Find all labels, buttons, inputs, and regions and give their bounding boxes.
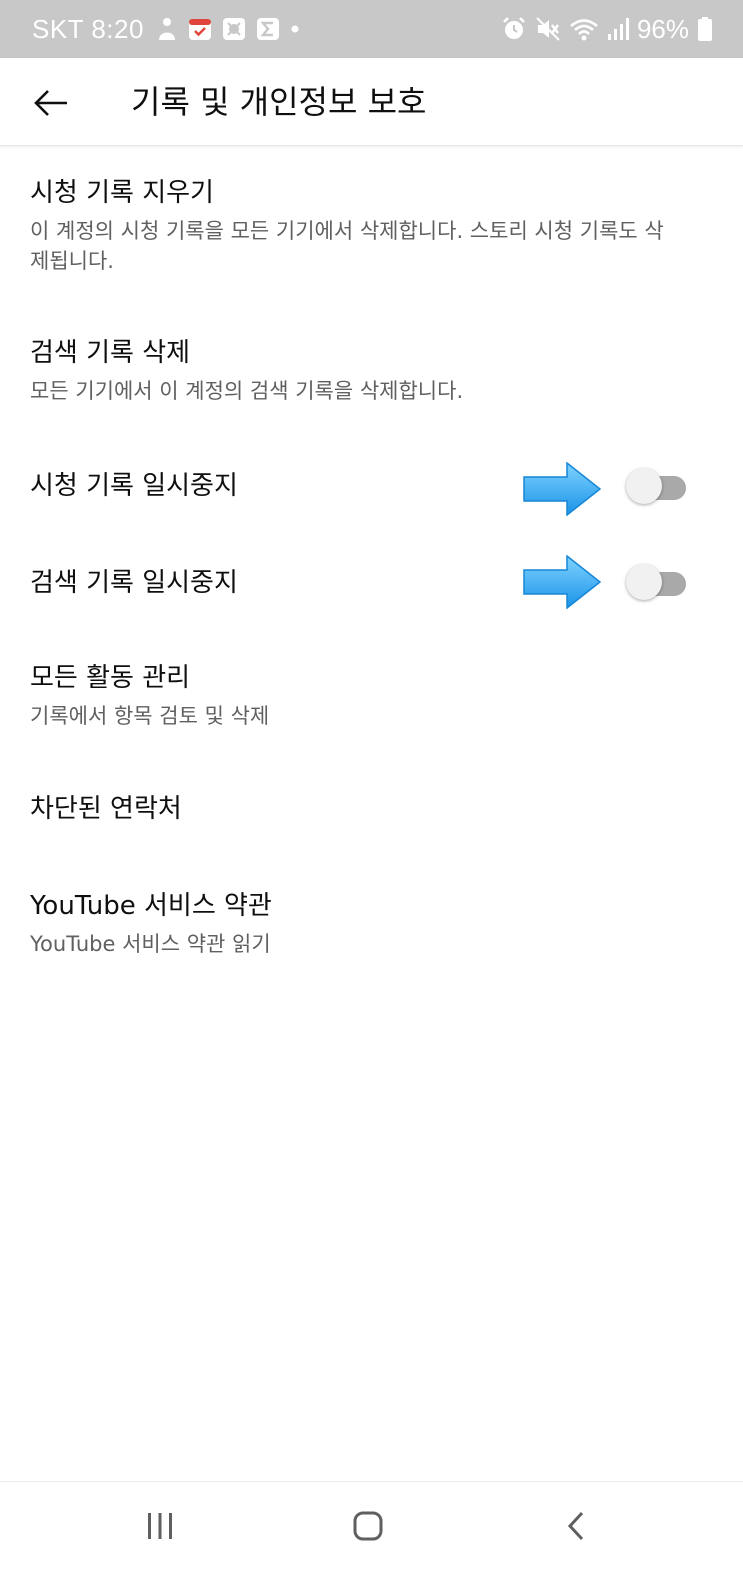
setting-title: 시청 기록 일시중지 (30, 471, 238, 501)
gallery-icon (222, 17, 246, 41)
alarm-icon (501, 16, 527, 42)
home-button[interactable] (338, 1502, 398, 1550)
status-right: 96% (501, 0, 713, 58)
sigma-icon (256, 17, 280, 41)
calendar-icon (188, 17, 212, 41)
battery-icon (697, 16, 713, 42)
setting-title: 차단된 연락처 (30, 794, 182, 824)
page-title: 기록 및 개인정보 보호 (131, 83, 427, 121)
setting-title: YouTube 서비스 약관 (30, 891, 272, 921)
annotation-arrow-icon (523, 462, 602, 516)
annotation-arrow-icon (523, 555, 602, 609)
back-icon (564, 1510, 588, 1542)
pause-watch-history-toggle[interactable] (626, 466, 688, 506)
setting-subtitle: 기록에서 항목 검토 및 삭제 (30, 704, 270, 728)
person-icon (156, 16, 178, 42)
setting-pause-search-history[interactable]: 검색 기록 일시중지 (0, 555, 743, 609)
clock: 8:20 (91, 13, 144, 44)
setting-subtitle: YouTube 서비스 약관 읽기 (30, 932, 271, 956)
toggle-thumb (626, 564, 662, 600)
setting-title: 시청 기록 지우기 (30, 178, 214, 208)
app-bar: 기록 및 개인정보 보호 (0, 58, 743, 146)
setting-manage-all-activity[interactable]: 모든 활동 관리 기록에서 항목 검토 및 삭제 (0, 661, 743, 741)
mute-icon (535, 16, 561, 42)
setting-subtitle: 모든 기기에서 이 계정의 검색 기록을 삭제합니다. (30, 379, 464, 403)
status-carrier-time: SKT 8:20 (32, 14, 144, 45)
carrier-label: SKT (32, 13, 84, 44)
status-left: SKT 8:20 (32, 0, 300, 58)
setting-subtitle: 이 계정의 시청 기록을 모든 기기에서 삭제합니다. 스토리 시청 기록도 삭… (30, 219, 664, 273)
setting-youtube-terms[interactable]: YouTube 서비스 약관 YouTube 서비스 약관 읽기 (0, 889, 743, 969)
setting-title: 모든 활동 관리 (30, 663, 191, 693)
wifi-icon (569, 16, 599, 42)
system-nav-bar (0, 1481, 743, 1569)
battery-percent: 96% (636, 13, 689, 44)
setting-clear-watch-history[interactable]: 시청 기록 지우기 이 계정의 시청 기록을 모든 기기에서 삭제합니다. 스토… (0, 172, 743, 292)
signal-icon (607, 16, 629, 42)
setting-title: 검색 기록 삭제 (30, 338, 191, 368)
setting-blocked-contacts[interactable]: 차단된 연락처 (0, 792, 743, 832)
toggle-thumb (626, 468, 662, 504)
setting-pause-watch-history[interactable]: 시청 기록 일시중지 (0, 462, 743, 516)
pause-search-history-toggle[interactable] (626, 562, 688, 602)
dot-icon (290, 24, 300, 34)
status-bar: SKT 8:20 96% (0, 0, 743, 58)
recent-apps-icon (145, 1512, 175, 1540)
setting-delete-search-history[interactable]: 검색 기록 삭제 모든 기기에서 이 계정의 검색 기록을 삭제합니다. (0, 336, 743, 416)
back-button[interactable] (22, 74, 80, 132)
recent-apps-button[interactable] (130, 1502, 190, 1550)
setting-title: 검색 기록 일시중지 (30, 568, 238, 598)
arrow-left-icon (33, 88, 69, 118)
nav-back-button[interactable] (546, 1502, 606, 1550)
home-icon (352, 1510, 384, 1542)
